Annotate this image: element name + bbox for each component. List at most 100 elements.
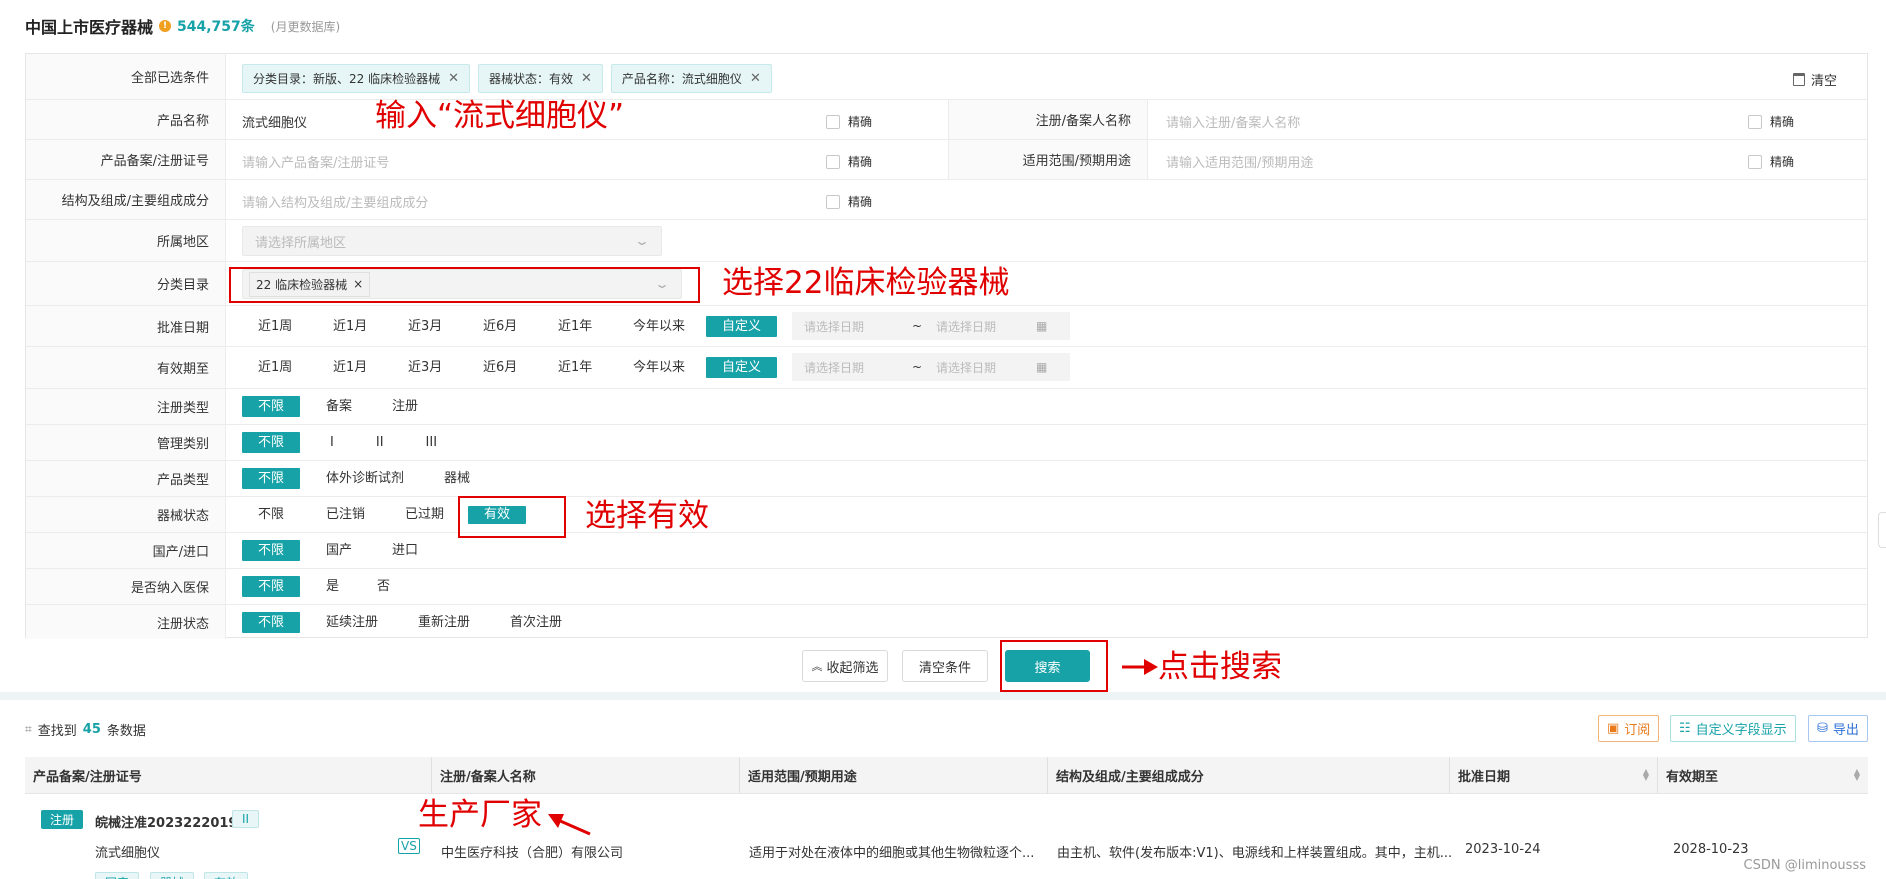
- close-icon[interactable]: ✕: [581, 71, 592, 86]
- option-any[interactable]: 不限: [242, 432, 301, 453]
- option-any[interactable]: 不限: [242, 612, 301, 633]
- label-mgmt-class: 管理类别: [26, 425, 226, 460]
- option-any[interactable]: 不限: [242, 576, 301, 597]
- subscribe-button[interactable]: ▣ 订阅: [1598, 715, 1660, 742]
- section-divider: [0, 692, 1886, 700]
- exact-checkbox-registrant[interactable]: 精确: [1748, 113, 1794, 130]
- label-approve-date: 批准日期: [26, 306, 226, 346]
- product-name-input[interactable]: 流式细胞仪: [242, 112, 307, 131]
- label-reg-status: 注册状态: [26, 605, 226, 639]
- label-insurance: 是否纳入医保: [26, 569, 226, 604]
- registrant-name[interactable]: 中生医疗科技（合肥）有限公司: [441, 842, 623, 861]
- result-summary: ⌗ 查找到 45 条数据: [25, 722, 146, 739]
- reg-no-input[interactable]: 请输入产品备案/注册证号: [242, 152, 389, 171]
- tag-device: 器械: [150, 872, 195, 879]
- col-reg-no[interactable]: 产品备案/注册证号: [25, 757, 432, 794]
- option-filing[interactable]: 备案: [310, 396, 368, 417]
- scope-input[interactable]: 请输入适用范围/预期用途: [1166, 152, 1313, 171]
- col-registrant[interactable]: 注册/备案人名称: [432, 757, 740, 794]
- exact-checkbox-reg-no[interactable]: 精确: [826, 153, 872, 170]
- scope-text: 适用于对处在液体中的细胞或其他生物微粒逐个...: [749, 846, 1035, 861]
- filter-panel: 全部已选条件 分类目录：新版、22 临床检验器械 ✕ 器械状态：有效 ✕ 产品名称：…: [25, 53, 1868, 639]
- option-class-3[interactable]: III: [410, 432, 454, 453]
- option-any[interactable]: 不限: [242, 540, 301, 561]
- label-product-type: 产品类型: [26, 461, 226, 496]
- preset-6m[interactable]: 近6月: [467, 316, 542, 337]
- row-region: 所属地区 请选择所属地区 ⌄: [26, 220, 1867, 262]
- valid-until-range[interactable]: 请选择日期 ~ 请选择日期 ▦: [792, 353, 1070, 381]
- result-count: 45: [82, 722, 101, 737]
- option-imported[interactable]: 进口: [376, 540, 434, 561]
- collapse-filter-button[interactable]: ︽ 收起筛选: [802, 650, 888, 682]
- clear-all-button[interactable]: 清空: [1792, 70, 1837, 89]
- preset-custom[interactable]: 自定义: [706, 316, 778, 337]
- reg-no-link[interactable]: 皖械注准20232220192: [95, 812, 247, 831]
- row-structure: 结构及组成/主要组成成分 请输入结构及组成/主要组成成分 精确: [26, 180, 1867, 220]
- annotation-select-valid: 选择有效: [585, 498, 709, 534]
- chip-product-name[interactable]: 产品名称：流式细胞仪 ✕: [610, 64, 772, 93]
- region-select[interactable]: 请选择所属地区 ⌄: [242, 226, 662, 256]
- calendar-icon: ▦: [1036, 319, 1048, 333]
- clear-conditions-button[interactable]: 清空条件: [902, 650, 988, 682]
- export-button[interactable]: ⛁ 导出: [1808, 715, 1868, 742]
- preset-ytd[interactable]: 今年以来: [617, 357, 702, 378]
- preset-1w[interactable]: 近1周: [242, 316, 317, 337]
- preset-1y[interactable]: 近1年: [542, 316, 617, 337]
- exact-checkbox-name[interactable]: 精确: [826, 113, 872, 130]
- info-icon[interactable]: !: [159, 20, 172, 32]
- option-expired[interactable]: 已过期: [389, 504, 460, 525]
- preset-3m[interactable]: 近3月: [392, 357, 467, 378]
- option-any[interactable]: 不限: [242, 396, 301, 417]
- detail-icon[interactable]: VS: [398, 838, 420, 854]
- col-scope[interactable]: 适用范围/预期用途: [740, 757, 1048, 794]
- structure-text: 由主机、软件(发布版本:V1)、电源线和上样装置组成。其中，主机...: [1057, 846, 1453, 861]
- close-icon[interactable]: ✕: [750, 71, 761, 86]
- sort-icon[interactable]: ▲ ▼: [1854, 768, 1860, 782]
- option-any[interactable]: 不限: [242, 468, 301, 489]
- structure-input[interactable]: 请输入结构及组成/主要组成成分: [242, 192, 428, 211]
- option-re-register[interactable]: 重新注册: [402, 612, 486, 633]
- col-approve-date[interactable]: 批准日期 ▲ ▼: [1450, 757, 1658, 794]
- close-icon[interactable]: ✕: [448, 71, 459, 86]
- col-structure[interactable]: 结构及组成/主要组成成分: [1048, 757, 1450, 794]
- option-any[interactable]: 不限: [242, 504, 300, 525]
- exact-checkbox-structure[interactable]: 精确: [826, 193, 872, 210]
- option-yes[interactable]: 是: [310, 576, 355, 597]
- side-collapse-handle[interactable]: [1878, 512, 1886, 548]
- preset-1m[interactable]: 近1月: [317, 316, 392, 337]
- preset-custom[interactable]: 自定义: [706, 357, 778, 378]
- option-registration[interactable]: 注册: [376, 396, 434, 417]
- custom-fields-button[interactable]: ☷ 自定义字段显示: [1670, 715, 1796, 742]
- preset-3m[interactable]: 近3月: [392, 316, 467, 337]
- calendar-icon: ▦: [1036, 360, 1048, 374]
- label-scope: 适用范围/预期用途: [948, 140, 1148, 179]
- col-valid-until[interactable]: 有效期至 ▲ ▼: [1658, 757, 1868, 794]
- option-ivd-reagent[interactable]: 体外诊断试剂: [310, 468, 420, 489]
- preset-1m[interactable]: 近1月: [317, 357, 392, 378]
- option-device[interactable]: 器械: [428, 468, 486, 489]
- option-first-register[interactable]: 首次注册: [494, 612, 578, 633]
- update-note: (月更数据库): [270, 19, 341, 34]
- sort-icon[interactable]: ▲ ▼: [1643, 768, 1649, 782]
- valid-until: 2028-10-23: [1673, 842, 1749, 857]
- table-header: 产品备案/注册证号 注册/备案人名称 适用范围/预期用途 结构及组成/主要组成成…: [25, 757, 1868, 794]
- option-cancelled[interactable]: 已注销: [310, 504, 381, 525]
- option-class-1[interactable]: I: [314, 432, 350, 453]
- option-renewal[interactable]: 延续注册: [310, 612, 394, 633]
- label-product-name: 产品名称: [26, 100, 226, 139]
- registrant-input[interactable]: 请输入注册/备案人名称: [1166, 112, 1300, 131]
- exact-checkbox-scope[interactable]: 精确: [1748, 153, 1794, 170]
- preset-1y[interactable]: 近1年: [542, 357, 617, 378]
- label-origin: 国产/进口: [26, 533, 226, 568]
- preset-6m[interactable]: 近6月: [467, 357, 542, 378]
- option-class-2[interactable]: II: [360, 432, 400, 453]
- chip-status[interactable]: 器械状态：有效 ✕: [478, 64, 603, 93]
- option-domestic[interactable]: 国产: [310, 540, 368, 561]
- option-no[interactable]: 否: [361, 576, 406, 597]
- approve-date-range[interactable]: 请选择日期 ~ 请选择日期 ▦: [792, 312, 1070, 340]
- database-icon: ⛁: [1817, 721, 1828, 736]
- preset-1w[interactable]: 近1周: [242, 357, 317, 378]
- preset-ytd[interactable]: 今年以来: [617, 316, 702, 337]
- label-category: 分类目录: [26, 262, 226, 305]
- chip-category[interactable]: 分类目录：新版、22 临床检验器械 ✕: [242, 64, 470, 93]
